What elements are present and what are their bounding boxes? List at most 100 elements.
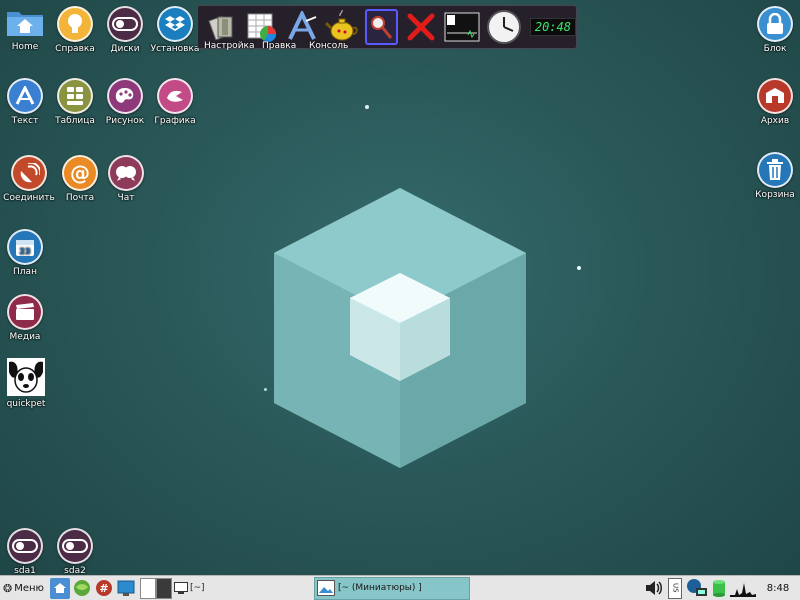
terminal-icon — [173, 582, 188, 594]
svg-text:23: 23 — [19, 247, 30, 256]
desktop-icon-plan[interactable]: 23 План — [0, 229, 53, 277]
cpu-monitor-tray[interactable] — [730, 578, 756, 599]
taskbar-clock-label: 8:48 — [766, 582, 790, 594]
desktop-icon-trash[interactable]: Корзина — [747, 152, 800, 200]
spreadsheet-chart-icon — [247, 13, 277, 43]
dock-analog-clock[interactable] — [486, 9, 522, 45]
analog-clock-icon — [486, 10, 521, 44]
taskbar-chat-launcher[interactable]: # — [94, 578, 114, 599]
label-table: Таблица — [55, 116, 95, 126]
show-desktop-icon — [117, 580, 135, 596]
label-plan: План — [13, 267, 37, 277]
label-connect: Соединить — [3, 193, 55, 203]
files-icon — [208, 15, 233, 41]
menu-label: Меню — [14, 582, 44, 594]
home-icon — [53, 583, 66, 593]
close-x-icon — [407, 13, 435, 41]
desktop-icon-lock[interactable]: Блок — [747, 6, 800, 54]
network-tray[interactable] — [686, 578, 708, 599]
workspace-2[interactable] — [155, 577, 172, 599]
desktop-icon-graphics[interactable]: Графика — [147, 78, 203, 126]
label-chat: Чат — [117, 193, 135, 203]
clapperboard-icon — [7, 294, 43, 330]
dock-label-settings: Настройка — [204, 41, 255, 51]
label-media: Медиа — [9, 332, 41, 342]
dock-label-console: Консоль — [309, 41, 349, 51]
menu-button[interactable]: ❂ Меню — [3, 578, 44, 599]
drive-toggle-icon — [57, 528, 93, 564]
label-help: Справка — [55, 44, 95, 54]
volume-icon — [646, 581, 662, 595]
dropbox-icon — [157, 6, 193, 42]
desktop-icon-media[interactable]: Медиа — [0, 294, 53, 342]
desktop-icon-table[interactable]: Таблица — [47, 78, 103, 126]
toggle-icon — [107, 6, 143, 42]
dock-teapot[interactable] — [324, 9, 359, 45]
label-disks: Диски — [110, 44, 140, 54]
cpu-graph-icon — [730, 583, 756, 597]
digital-clock-display: 20:48 — [529, 18, 576, 36]
dock-digital-clock[interactable]: 20:48 — [529, 18, 576, 36]
workspace-pager[interactable] — [139, 577, 172, 599]
dock-spreadsheet[interactable] — [246, 9, 280, 45]
text-editor-icon — [7, 78, 43, 114]
drive-toggle-icon — [7, 528, 43, 564]
dock-monitor[interactable] — [444, 9, 480, 45]
palette-icon — [107, 78, 143, 114]
spreadsheet-icon — [57, 78, 93, 114]
desktop-icon-help[interactable]: Справка — [47, 6, 103, 54]
graphics-icon — [157, 78, 193, 114]
task-miniatures-active[interactable]: [~ (Миниатюры) ] — [313, 576, 470, 600]
taskbar-browser-launcher[interactable] — [72, 578, 92, 599]
label-text: Текст — [11, 116, 39, 126]
star-decoration — [264, 388, 267, 391]
taskbar-desktop-launcher[interactable] — [116, 578, 136, 599]
workspace-1[interactable] — [139, 577, 156, 599]
desktop-icon-chat[interactable]: Чат — [98, 155, 154, 203]
trash-icon — [757, 152, 793, 188]
storage-tray[interactable] — [711, 578, 727, 599]
keyboard-layout-tray[interactable]: US — [668, 577, 682, 599]
at-sign-icon: @ — [62, 155, 98, 191]
taskbar-clock[interactable]: 8:48 — [758, 578, 798, 599]
label-install: Установка — [150, 44, 200, 54]
taskbar-home-launcher[interactable] — [49, 577, 70, 599]
taskbar: ❂ Меню # [~] [~ (Миниатюры) ] US 8:48 — [0, 575, 800, 600]
star-decoration — [365, 105, 369, 109]
label-trash: Корзина — [755, 190, 795, 200]
dog-icon — [7, 358, 45, 396]
search-magnifier-icon — [371, 16, 393, 39]
satellite-dish-icon — [11, 155, 47, 191]
dock-files[interactable] — [206, 9, 240, 45]
task-console[interactable]: [~] — [173, 578, 324, 599]
desktop-icon-install[interactable]: Установка — [147, 6, 203, 54]
desktop-icon-sda2[interactable]: sda2 — [47, 528, 103, 576]
dock-label-edit: Правка — [262, 41, 297, 51]
desktop-icon-archive[interactable]: Архив — [747, 78, 800, 126]
dock-text-editor[interactable] — [285, 9, 319, 45]
lightbulb-icon — [57, 6, 93, 42]
image-viewer-icon — [316, 580, 335, 596]
volume-tray[interactable] — [644, 578, 664, 599]
dock-close[interactable] — [404, 9, 438, 45]
desktop-icon-connect[interactable]: Соединить — [1, 155, 57, 203]
desktop-icon-disks[interactable]: Диски — [97, 6, 153, 54]
archive-icon — [757, 78, 793, 114]
database-green-icon — [713, 580, 725, 597]
hash-chat-icon: # — [95, 580, 112, 596]
label-quickpet: quickpet — [6, 399, 46, 409]
desktop-icon-text[interactable]: Текст — [0, 78, 53, 126]
menu-logo-icon: ❂ — [3, 581, 13, 595]
cube-wallpaper-graphic — [274, 188, 526, 468]
desktop-icon-quickpet[interactable]: quickpet — [0, 358, 54, 409]
monitor-icon — [444, 12, 480, 42]
label-drawing: Рисунок — [105, 116, 145, 126]
desktop-icon-drawing[interactable]: Рисунок — [97, 78, 153, 126]
svg-text:#: # — [99, 582, 108, 595]
label-home: Home — [11, 42, 39, 52]
label-graphics: Графика — [154, 116, 196, 126]
desktop-icon-home[interactable]: Home — [0, 6, 53, 52]
dock-search[interactable] — [364, 9, 399, 45]
chat-icon — [108, 155, 144, 191]
desktop-icon-sda1[interactable]: sda1 — [0, 528, 53, 576]
